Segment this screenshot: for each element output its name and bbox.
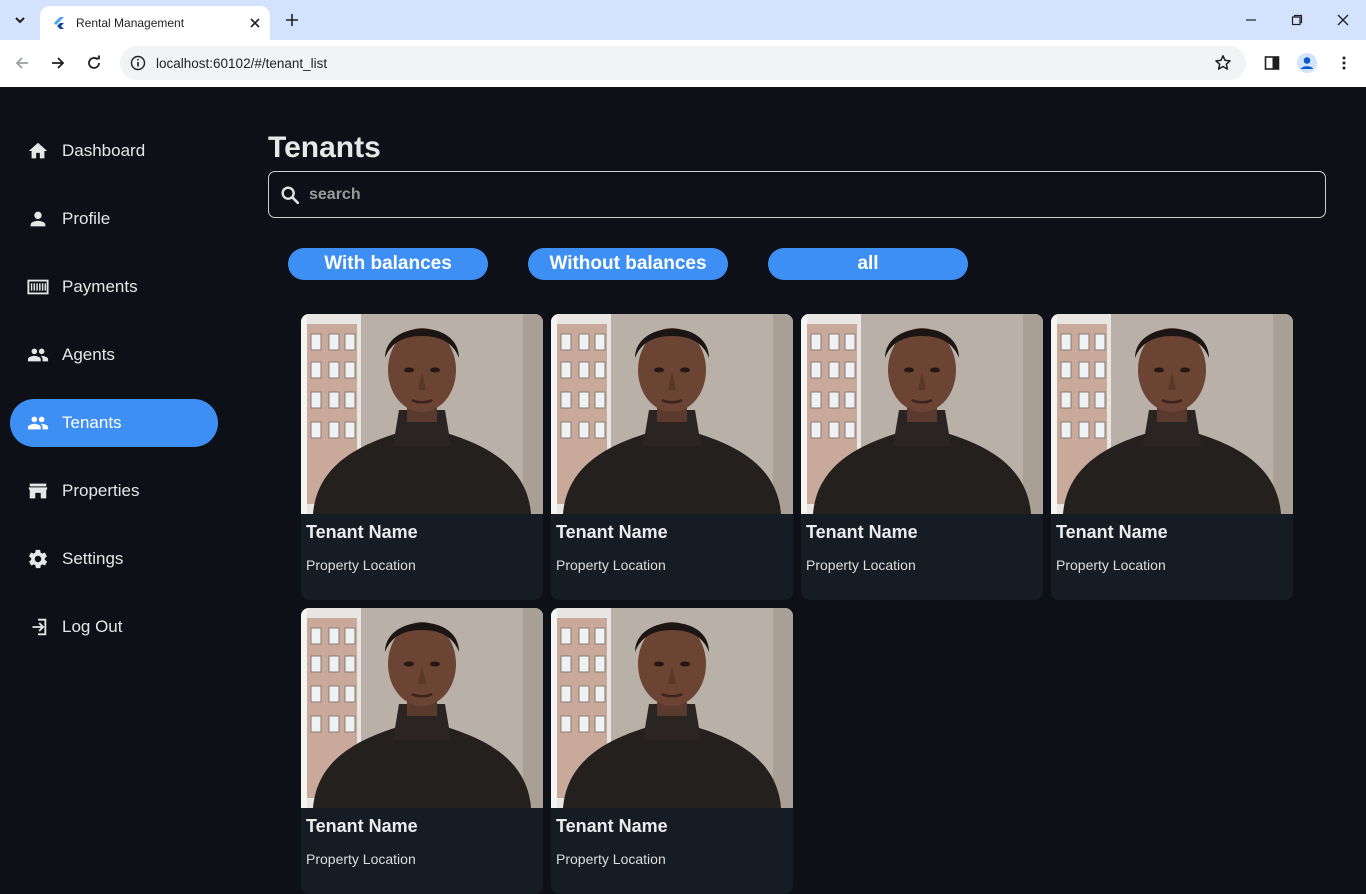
tenant-location: Property Location bbox=[1056, 557, 1166, 573]
sidebar-item-payments[interactable]: Payments bbox=[10, 263, 218, 311]
tenant-card[interactable]: Tenant Name Property Location bbox=[301, 314, 543, 600]
url-text[interactable]: localhost:60102/#/tenant_list bbox=[156, 56, 1214, 71]
tenant-card[interactable]: Tenant Name Property Location bbox=[1051, 314, 1293, 600]
tenant-photo bbox=[301, 314, 543, 514]
tenant-name: Tenant Name bbox=[556, 816, 668, 836]
close-icon bbox=[1337, 14, 1349, 26]
sidebar-item-label: Payments bbox=[62, 277, 138, 296]
sidebar-item-label: Dashboard bbox=[62, 141, 146, 160]
storefront-icon bbox=[27, 480, 49, 502]
tab-title: Rental Management bbox=[76, 16, 185, 30]
tenant-photo bbox=[551, 608, 793, 808]
sidebar-item-dashboard[interactable]: Dashboard bbox=[10, 127, 218, 175]
profile-button[interactable] bbox=[1296, 52, 1318, 74]
tenant-photo bbox=[801, 314, 1043, 514]
tenant-photo bbox=[301, 608, 543, 808]
tenant-location: Property Location bbox=[306, 557, 416, 573]
people-icon bbox=[27, 412, 49, 434]
page-title: Tenants bbox=[268, 131, 381, 164]
filter-all-button[interactable]: all bbox=[768, 248, 968, 280]
reload-icon bbox=[88, 55, 100, 69]
sidebar-item-label: Log Out bbox=[62, 617, 123, 636]
tenant-photo bbox=[1051, 314, 1293, 514]
restore-button[interactable] bbox=[1287, 10, 1307, 30]
tenant-location: Property Location bbox=[806, 557, 916, 573]
tenant-card[interactable]: Tenant Name Property Location bbox=[801, 314, 1043, 600]
search-bar[interactable] bbox=[268, 171, 1326, 218]
search-icon bbox=[281, 185, 300, 204]
star-icon[interactable] bbox=[1214, 54, 1232, 72]
search-input[interactable] bbox=[309, 185, 1325, 204]
forward-button[interactable] bbox=[47, 52, 69, 74]
tenant-card[interactable]: Tenant Name Property Location bbox=[551, 314, 793, 600]
filter-without-balances-button[interactable]: Without balances bbox=[528, 248, 728, 280]
tenant-location: Property Location bbox=[556, 851, 666, 867]
tenant-name: Tenant Name bbox=[306, 816, 418, 836]
sidebar-item-logout[interactable]: Log Out bbox=[10, 603, 218, 651]
tenant-location: Property Location bbox=[556, 557, 666, 573]
tenant-card[interactable]: Tenant Name Property Location bbox=[551, 608, 793, 894]
person-icon bbox=[27, 208, 49, 230]
sidebar-item-label: Properties bbox=[62, 481, 140, 500]
chevron-down-icon bbox=[15, 17, 25, 24]
avatar-icon bbox=[1297, 53, 1317, 73]
browser-toolbar: localhost:60102/#/tenant_list bbox=[0, 40, 1366, 87]
side-panel-button[interactable] bbox=[1261, 52, 1283, 74]
sidebar-item-settings[interactable]: Settings bbox=[10, 535, 218, 583]
sidebar-item-label: Tenants bbox=[62, 413, 122, 432]
sidebar-item-properties[interactable]: Properties bbox=[10, 467, 218, 515]
more-vert-icon bbox=[1342, 56, 1346, 70]
sidebar-item-label: Settings bbox=[62, 549, 124, 568]
payments-icon bbox=[27, 276, 49, 298]
tab-search-button[interactable] bbox=[8, 8, 32, 32]
reload-button[interactable] bbox=[83, 52, 105, 74]
tenant-name: Tenant Name bbox=[306, 522, 418, 542]
sidebar-item-tenants[interactable]: Tenants bbox=[10, 399, 218, 447]
gear-icon bbox=[27, 548, 49, 570]
flutter-logo-icon bbox=[54, 17, 64, 29]
tenant-location: Property Location bbox=[306, 851, 416, 867]
sidebar-item-label: Agents bbox=[62, 345, 115, 364]
tenant-name: Tenant Name bbox=[806, 522, 918, 542]
sidebar-item-profile[interactable]: Profile bbox=[10, 195, 218, 243]
menu-button[interactable] bbox=[1333, 52, 1355, 74]
sidebar-item-label: Profile bbox=[62, 209, 111, 228]
back-button[interactable] bbox=[11, 52, 33, 74]
close-icon bbox=[250, 18, 260, 28]
logout-icon bbox=[27, 616, 49, 638]
side-panel-icon bbox=[1264, 56, 1280, 70]
tenant-name: Tenant Name bbox=[1056, 522, 1168, 542]
plus-icon bbox=[286, 14, 298, 26]
arrow-right-icon bbox=[52, 57, 65, 69]
restore-icon bbox=[1291, 14, 1303, 26]
address-bar[interactable]: localhost:60102/#/tenant_list bbox=[120, 46, 1246, 80]
site-info-icon[interactable] bbox=[130, 55, 146, 71]
new-tab-button[interactable] bbox=[282, 10, 302, 30]
minimize-icon bbox=[1246, 19, 1256, 21]
tenant-name: Tenant Name bbox=[556, 522, 668, 542]
browser-tab-bar: Rental Management bbox=[0, 0, 1366, 40]
arrow-left-icon bbox=[15, 57, 28, 69]
tenant-card[interactable]: Tenant Name Property Location bbox=[301, 608, 543, 894]
people-icon bbox=[27, 344, 49, 366]
filter-with-balances-button[interactable]: With balances bbox=[288, 248, 488, 280]
browser-tab[interactable]: Rental Management bbox=[40, 6, 270, 40]
close-window-button[interactable] bbox=[1333, 10, 1353, 30]
home-icon bbox=[27, 140, 49, 162]
tab-close-button[interactable] bbox=[246, 14, 264, 32]
minimize-button[interactable] bbox=[1241, 10, 1261, 30]
tenant-photo bbox=[551, 314, 793, 514]
sidebar-item-agents[interactable]: Agents bbox=[10, 331, 218, 379]
app-root: Dashboard Profile Payments Agents Tenant… bbox=[0, 87, 1366, 894]
